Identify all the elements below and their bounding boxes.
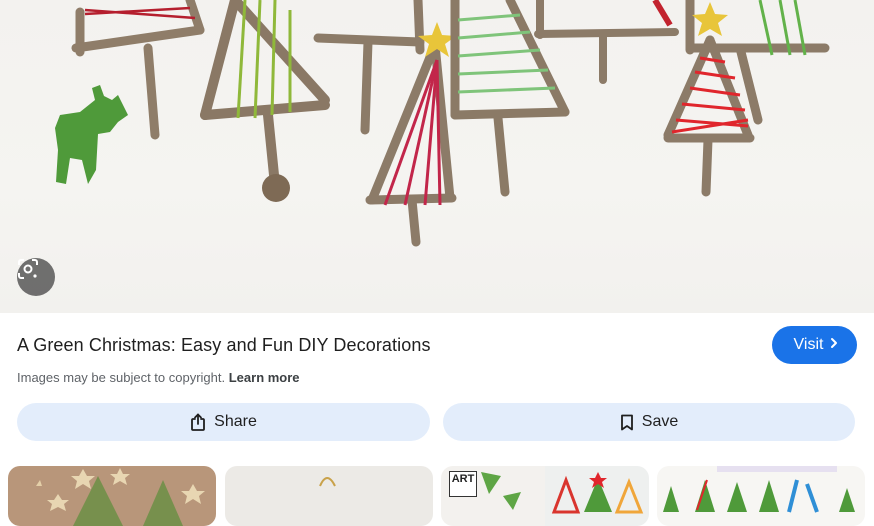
reindeer-shape: [55, 85, 128, 184]
main-image[interactable]: [0, 0, 874, 313]
chevron-right-icon: [829, 336, 839, 354]
related-image-thumbnail[interactable]: [657, 466, 865, 526]
related-image-thumbnail[interactable]: [8, 466, 216, 526]
diy-stick-trees-illustration: [55, 0, 830, 247]
copyright-notice: Images may be subject to copyright. Lear…: [17, 370, 300, 386]
share-icon: [190, 413, 206, 431]
learn-more-link[interactable]: Learn more: [229, 370, 300, 385]
art-badge: ART: [449, 471, 477, 497]
related-images-row: ART: [0, 466, 874, 526]
bookmark-icon: [620, 414, 634, 431]
visit-button[interactable]: Visit: [772, 326, 857, 364]
save-label: Save: [641, 413, 679, 430]
save-button[interactable]: Save: [443, 403, 855, 441]
star-shape: [692, 2, 728, 36]
result-title[interactable]: A Green Christmas: Easy and Fun DIY Deco…: [17, 334, 431, 356]
related-image-thumbnail[interactable]: [225, 466, 433, 526]
lens-search-button[interactable]: [17, 258, 55, 296]
visit-label: Visit: [793, 336, 824, 353]
copyright-text: Images may be subject to copyright.: [17, 370, 226, 385]
share-button[interactable]: Share: [17, 403, 430, 441]
share-label: Share: [214, 413, 257, 430]
related-image-thumbnail[interactable]: ART: [441, 466, 649, 526]
